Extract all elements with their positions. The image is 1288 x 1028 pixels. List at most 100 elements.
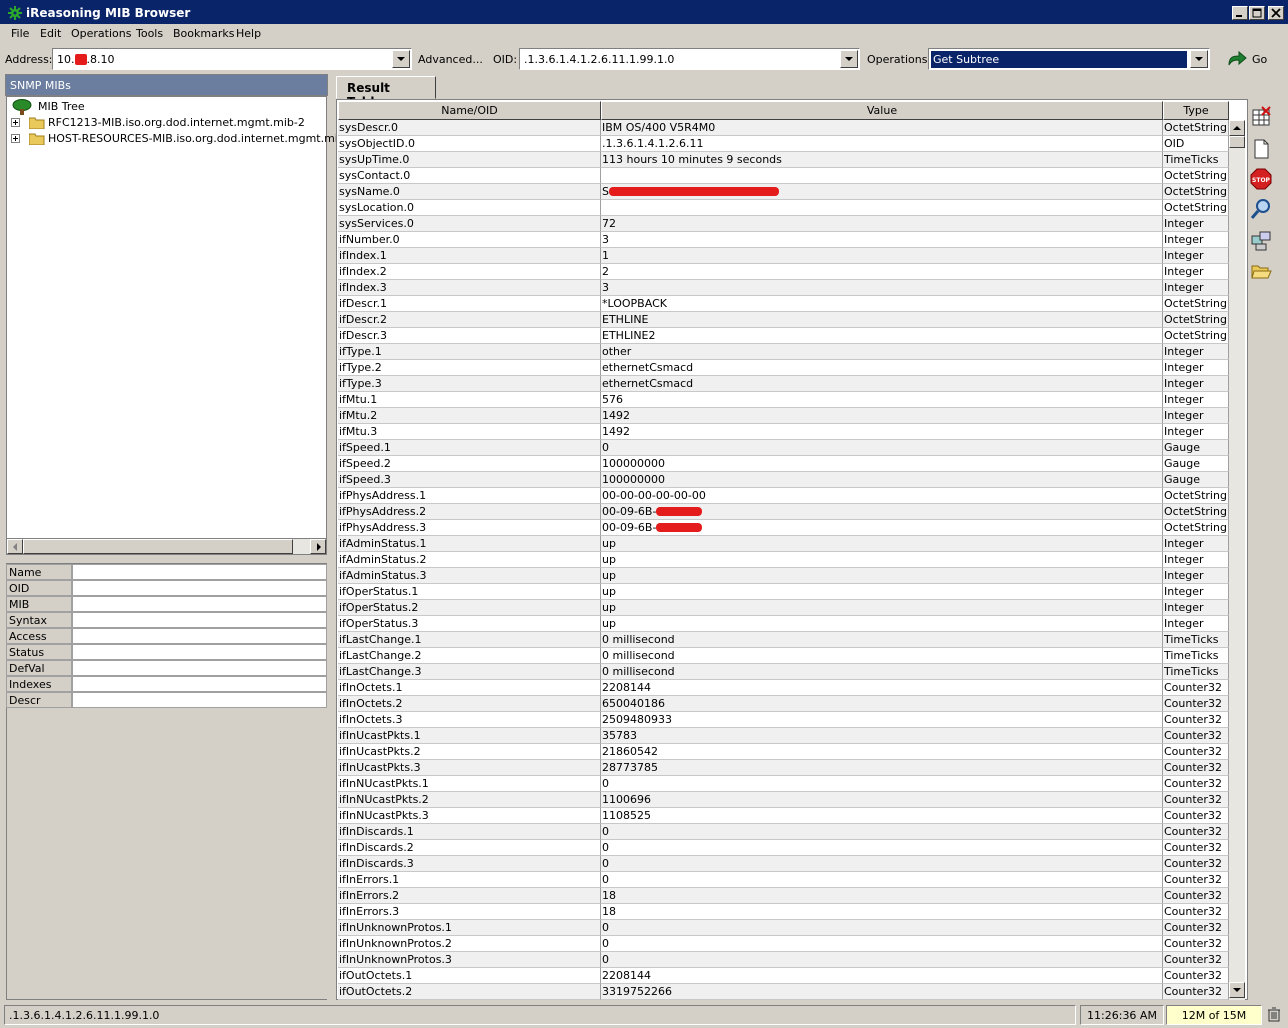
table-row[interactable]: ifInNUcastPkts.2 1100696 Counter32 <box>338 792 1229 808</box>
table-row[interactable]: ifInErrors.3 18 Counter32 <box>338 904 1229 920</box>
table-row[interactable]: ifInNUcastPkts.1 0 Counter32 <box>338 776 1229 792</box>
panel-splitter[interactable] <box>329 74 333 1000</box>
table-row[interactable]: ifDescr.1 *LOOPBACK OctetString <box>338 296 1229 312</box>
menu-tools[interactable]: Tools <box>136 27 163 40</box>
table-row[interactable]: ifAdminStatus.3 up Integer <box>338 568 1229 584</box>
menu-file[interactable]: File <box>11 27 29 40</box>
new-document-button[interactable] <box>1250 138 1276 162</box>
cell-name-oid-text: sysDescr.0 <box>339 121 398 134</box>
close-button[interactable] <box>1268 6 1284 20</box>
table-row[interactable]: ifSpeed.1 0 Gauge <box>338 440 1229 456</box>
column-header-name-oid[interactable]: Name/OID <box>338 101 601 120</box>
table-row[interactable]: ifInUnknownProtos.2 0 Counter32 <box>338 936 1229 952</box>
table-row[interactable]: ifInDiscards.1 0 Counter32 <box>338 824 1229 840</box>
network-button[interactable] <box>1250 230 1276 254</box>
cell-name-oid-text: ifInUcastPkts.2 <box>339 745 421 758</box>
table-row[interactable]: ifLastChange.1 0 millisecond TimeTicks <box>338 632 1229 648</box>
table-row[interactable]: ifType.2 ethernetCsmacd Integer <box>338 360 1229 376</box>
table-row[interactable]: ifOperStatus.1 up Integer <box>338 584 1229 600</box>
cell-value: 2509480933 <box>601 712 1163 728</box>
scroll-left-button[interactable] <box>7 539 23 554</box>
cell-name-oid-text: ifMtu.2 <box>339 409 378 422</box>
column-header-value[interactable]: Value <box>601 101 1163 120</box>
table-row[interactable]: ifInUcastPkts.3 28773785 Counter32 <box>338 760 1229 776</box>
table-row[interactable]: ifIndex.1 1 Integer <box>338 248 1229 264</box>
table-row[interactable]: ifOperStatus.3 up Integer <box>338 616 1229 632</box>
go-button[interactable]: Go <box>1224 48 1268 70</box>
table-row[interactable]: ifLastChange.2 0 millisecond TimeTicks <box>338 648 1229 664</box>
scroll-thumb[interactable] <box>23 539 293 554</box>
scroll-thumb[interactable] <box>1229 136 1245 148</box>
oid-dropdown-button[interactable] <box>840 50 858 68</box>
table-row[interactable]: ifAdminStatus.1 up Integer <box>338 536 1229 552</box>
address-dropdown-button[interactable] <box>392 50 410 68</box>
table-row[interactable]: ifInDiscards.2 0 Counter32 <box>338 840 1229 856</box>
table-row[interactable]: ifInDiscards.3 0 Counter32 <box>338 856 1229 872</box>
table-row[interactable]: ifInUnknownProtos.1 0 Counter32 <box>338 920 1229 936</box>
table-row[interactable]: ifInOctets.2 650040186 Counter32 <box>338 696 1229 712</box>
find-button[interactable] <box>1250 198 1276 222</box>
operations-dropdown-button[interactable] <box>1190 50 1208 68</box>
table-row[interactable]: ifIndex.3 3 Integer <box>338 280 1229 296</box>
scroll-up-button[interactable] <box>1229 120 1245 136</box>
operations-select[interactable]: Get Subtree <box>928 48 1210 70</box>
table-row[interactable]: ifDescr.2 ETHLINE OctetString <box>338 312 1229 328</box>
table-row[interactable]: ifInOctets.3 2509480933 Counter32 <box>338 712 1229 728</box>
minimize-button[interactable] <box>1232 6 1248 20</box>
table-row[interactable]: sysObjectID.0 .1.3.6.1.4.1.2.6.11 OID <box>338 136 1229 152</box>
cell-name-oid-text: ifLastChange.1 <box>339 633 422 646</box>
table-row[interactable]: ifInErrors.2 18 Counter32 <box>338 888 1229 904</box>
table-row[interactable]: ifInNUcastPkts.3 1108525 Counter32 <box>338 808 1229 824</box>
table-row[interactable]: sysDescr.0 IBM OS/400 V5R4M0 OctetString <box>338 120 1229 136</box>
table-row[interactable]: ifAdminStatus.2 up Integer <box>338 552 1229 568</box>
table-row[interactable]: sysName.0 S OctetString <box>338 184 1229 200</box>
tree-horizontal-scrollbar[interactable] <box>6 538 327 555</box>
table-row[interactable]: ifMtu.2 1492 Integer <box>338 408 1229 424</box>
table-row[interactable]: sysLocation.0 OctetString <box>338 200 1229 216</box>
table-row[interactable]: ifOutOctets.2 3319752266 Counter32 <box>338 984 1229 1000</box>
address-combobox[interactable]: 10. .8.10 <box>52 48 412 70</box>
oid-combobox[interactable]: .1.3.6.1.4.1.2.6.11.1.99.1.0 <box>519 48 860 70</box>
table-row[interactable]: ifOperStatus.2 up Integer <box>338 600 1229 616</box>
table-row[interactable]: ifMtu.3 1492 Integer <box>338 424 1229 440</box>
menu-edit[interactable]: Edit <box>40 27 61 40</box>
scroll-down-button[interactable] <box>1229 982 1245 998</box>
expand-icon[interactable] <box>11 134 20 143</box>
maximize-button[interactable] <box>1249 6 1265 20</box>
scroll-right-button[interactable] <box>310 539 326 554</box>
table-row[interactable]: ifPhysAddress.2 00-09-6B- OctetString <box>338 504 1229 520</box>
table-row[interactable]: ifDescr.3 ETHLINE2 OctetString <box>338 328 1229 344</box>
tab-result-table[interactable]: Result Table <box>336 76 436 109</box>
table-row[interactable]: ifSpeed.2 100000000 Gauge <box>338 456 1229 472</box>
table-row[interactable]: ifIndex.2 2 Integer <box>338 264 1229 280</box>
table-row[interactable]: ifOutOctets.1 2208144 Counter32 <box>338 968 1229 984</box>
table-row[interactable]: ifInUnknownProtos.3 0 Counter32 <box>338 952 1229 968</box>
table-row[interactable]: ifInUcastPkts.2 21860542 Counter32 <box>338 744 1229 760</box>
table-row[interactable]: sysContact.0 OctetString <box>338 168 1229 184</box>
column-header-type[interactable]: Type <box>1163 101 1229 120</box>
table-row[interactable]: sysUpTime.0 113 hours 10 minutes 9 second… <box>338 152 1229 168</box>
table-row[interactable]: ifLastChange.3 0 millisecond TimeTicks <box>338 664 1229 680</box>
table-row[interactable]: ifInOctets.1 2208144 Counter32 <box>338 680 1229 696</box>
table-row[interactable]: ifInUcastPkts.1 35783 Counter32 <box>338 728 1229 744</box>
garbage-collect-button[interactable] <box>1266 1006 1284 1024</box>
table-row[interactable]: ifType.1 other Integer <box>338 344 1229 360</box>
table-row[interactable]: ifSpeed.3 100000000 Gauge <box>338 472 1229 488</box>
table-row[interactable]: ifNumber.0 3 Integer <box>338 232 1229 248</box>
table-row[interactable]: sysServices.0 72 Integer <box>338 216 1229 232</box>
table-view-button[interactable] <box>1250 106 1276 130</box>
table-row[interactable]: ifType.3 ethernetCsmacd Integer <box>338 376 1229 392</box>
table-row[interactable]: ifMtu.1 576 Integer <box>338 392 1229 408</box>
stop-button[interactable]: STOP <box>1250 168 1276 192</box>
table-row[interactable]: ifPhysAddress.1 00-00-00-00-00-00 OctetStr… <box>338 488 1229 504</box>
table-vertical-scrollbar[interactable] <box>1229 120 1245 1000</box>
menu-bookmarks[interactable]: Bookmarks <box>173 27 234 40</box>
menu-operations[interactable]: Operations <box>71 27 131 40</box>
table-row[interactable]: ifPhysAddress.3 00-09-6B- OctetString <box>338 520 1229 536</box>
advanced-button[interactable]: Advanced... <box>418 53 483 66</box>
expand-icon[interactable] <box>11 118 20 127</box>
menu-help[interactable]: Help <box>236 27 261 40</box>
open-folder-button[interactable] <box>1250 260 1276 284</box>
mib-tree[interactable]: MIB Tree RFC1213-MIB.iso.org.dod.interne… <box>6 96 362 540</box>
table-row[interactable]: ifInErrors.1 0 Counter32 <box>338 872 1229 888</box>
